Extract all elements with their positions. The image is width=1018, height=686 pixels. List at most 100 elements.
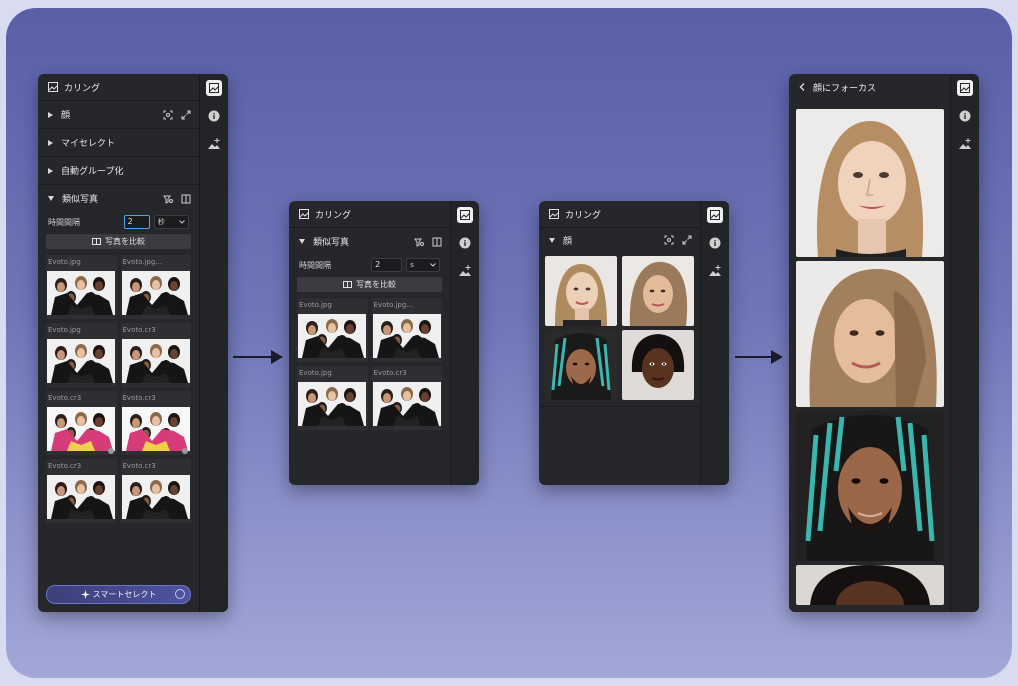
- sparkle-icon: [80, 590, 90, 599]
- face-focus-panel: 顔にフォーカス: [789, 74, 979, 612]
- photo-cell[interactable]: Evoto.jpg...: [120, 255, 191, 319]
- time-interval-label: 時間間隔: [299, 260, 331, 270]
- info-button[interactable]: [957, 108, 973, 124]
- right-toolbar: [951, 74, 979, 612]
- group-photo-thumbnail: [47, 339, 116, 383]
- face-scan-icon[interactable]: [664, 235, 674, 245]
- right-toolbar: [701, 201, 729, 485]
- group-photo-thumbnail: [47, 475, 116, 519]
- info-button[interactable]: [206, 108, 222, 124]
- info-button[interactable]: [707, 235, 723, 251]
- focused-face-list: [789, 100, 950, 605]
- photo-cell[interactable]: Evoto.jpg: [46, 255, 117, 319]
- section-my-select[interactable]: マイセレクト: [38, 129, 199, 157]
- photo-cell[interactable]: Evoto.jpg...: [371, 298, 442, 362]
- add-image-icon: [208, 138, 220, 149]
- photo-cell[interactable]: Evoto.cr3: [120, 391, 191, 455]
- compare-photos-button[interactable]: 写真を比較: [46, 234, 191, 249]
- section-similar-photos[interactable]: 類似写真: [38, 185, 199, 212]
- panel-header: 顔にフォーカス: [789, 74, 950, 100]
- image-icon: [960, 83, 970, 93]
- expand-icon[interactable]: [682, 235, 692, 245]
- time-interval-input[interactable]: 2: [123, 215, 150, 229]
- info-icon: [709, 237, 721, 249]
- culling-panel-similar: カリング 類似写真 時間間隔 2 s 写真を比較 Evoto.jpg Evoto…: [289, 201, 479, 485]
- culling-tool-button[interactable]: [707, 207, 723, 223]
- section-label: 顔: [563, 236, 573, 247]
- panel-title: カリング: [315, 210, 352, 221]
- time-interval-label: 時間間隔: [48, 217, 80, 227]
- info-button[interactable]: [457, 235, 473, 251]
- collapse-arrow-icon: [299, 239, 305, 244]
- time-interval-input[interactable]: 2: [371, 258, 403, 272]
- section-similar-photos[interactable]: 類似写真: [289, 228, 450, 255]
- face-scan-icon[interactable]: [163, 110, 173, 120]
- add-image-button[interactable]: [707, 263, 723, 279]
- photo-cell[interactable]: Evoto.jpg: [297, 366, 368, 430]
- add-image-icon: [459, 265, 471, 276]
- chevron-left-icon[interactable]: [799, 83, 805, 91]
- photo-cell[interactable]: Evoto.cr3: [46, 391, 117, 455]
- face-grid: [539, 252, 700, 407]
- panel-header: カリング: [38, 74, 199, 101]
- face-photo: [621, 256, 694, 326]
- photo-cell[interactable]: Evoto.cr3: [120, 323, 191, 387]
- add-image-button[interactable]: [206, 136, 222, 152]
- add-image-button[interactable]: [457, 263, 473, 279]
- focused-face[interactable]: [795, 261, 944, 407]
- face-photo: [795, 261, 944, 407]
- time-interval-row: 時間間隔 2 s: [289, 255, 450, 275]
- expand-icon[interactable]: [181, 110, 191, 120]
- panel-title: 顔にフォーカス: [813, 83, 877, 94]
- section-auto-group[interactable]: 自動グループ化: [38, 157, 199, 185]
- compare-columns-icon[interactable]: [181, 194, 191, 204]
- focused-face[interactable]: [795, 109, 944, 257]
- add-image-button[interactable]: [957, 136, 973, 152]
- photo-cell[interactable]: Evoto.cr3: [120, 459, 191, 523]
- group-photo-thumbnail: [47, 271, 116, 315]
- focused-face[interactable]: [795, 565, 944, 605]
- culling-tool-button[interactable]: [206, 80, 222, 96]
- time-interval-row: 時間間隔 2 秒: [38, 212, 199, 232]
- photo-cell[interactable]: Evoto.jpg: [297, 298, 368, 362]
- unit-select[interactable]: s: [406, 258, 440, 272]
- culling-tool-button[interactable]: [957, 80, 973, 96]
- image-icon: [299, 209, 309, 219]
- filter-icon[interactable]: [414, 237, 424, 247]
- image-icon: [209, 83, 219, 93]
- compare-icon: [343, 281, 352, 288]
- section-face[interactable]: 顔: [539, 228, 700, 252]
- settings-circle-icon[interactable]: [175, 589, 185, 599]
- photo-cell[interactable]: Evoto.jpg: [46, 323, 117, 387]
- panel-content: カリング 顔 マイセレクト 自動グループ化 類似写真 時間間隔 2 秒 写真を比…: [38, 74, 200, 612]
- face-photo: [545, 330, 617, 400]
- culling-tool-button[interactable]: [457, 207, 473, 223]
- section-label: 自動グループ化: [61, 167, 124, 177]
- expand-arrow-icon: [48, 167, 53, 174]
- focused-face[interactable]: [795, 411, 944, 561]
- compare-columns-icon[interactable]: [432, 237, 442, 247]
- smart-select-button[interactable]: スマートセレクト: [46, 585, 191, 604]
- photo-cell[interactable]: Evoto.cr3: [46, 459, 117, 523]
- panel-content: 顔にフォーカス: [789, 74, 951, 612]
- section-face[interactable]: 顔: [38, 101, 199, 129]
- filter-icon[interactable]: [163, 194, 173, 204]
- group-photo-thumbnail: [121, 271, 190, 315]
- section-label: 顔: [61, 111, 71, 121]
- face-thumbnail[interactable]: [545, 330, 617, 400]
- face-thumbnail[interactable]: [545, 256, 617, 326]
- compare-photos-button[interactable]: 写真を比較: [297, 277, 442, 292]
- image-icon: [710, 210, 720, 220]
- group-photo-thumbnail: [372, 382, 441, 426]
- group-photo-thumbnail: [372, 314, 441, 358]
- expand-arrow-icon: [48, 111, 53, 118]
- unit-select[interactable]: 秒: [153, 215, 189, 229]
- face-thumbnail[interactable]: [621, 330, 694, 400]
- photo-cell[interactable]: Evoto.cr3: [371, 366, 442, 430]
- culling-panel-full: カリング 顔 マイセレクト 自動グループ化 類似写真 時間間隔 2 秒 写真を比…: [38, 74, 228, 612]
- panel-content: カリング 類似写真 時間間隔 2 s 写真を比較 Evoto.jpg Evoto…: [289, 201, 451, 485]
- group-photo-thumbnail: [121, 339, 190, 383]
- similar-photo-grid: Evoto.jpg Evoto.jpg... Evoto.jpg Evoto.c…: [38, 255, 199, 523]
- face-thumbnail[interactable]: [621, 256, 694, 326]
- chevron-down-icon: [430, 263, 436, 267]
